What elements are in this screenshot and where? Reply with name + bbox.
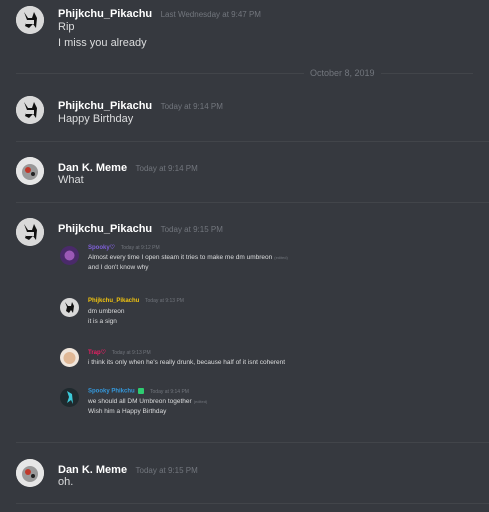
avatar-meme-icon (16, 157, 44, 185)
date-divider-label: October 8, 2019 (304, 68, 381, 78)
avatar-spooky-icon (60, 246, 79, 265)
avatar (60, 246, 79, 265)
username[interactable]: Phijkchu_Pikachu (58, 223, 152, 235)
message-text: Happy Birthday (58, 113, 134, 125)
username[interactable]: Phijkchu_Pikachu (58, 100, 152, 112)
avatar-pikachu-icon (60, 298, 79, 317)
message-group: Dan K. Meme Today at 9:14 PM What (0, 150, 489, 200)
embedded-screenshot[interactable]: Spooky♡ Today at 9:12 PM Almost every ti… (56, 240, 476, 454)
timestamp: Today at 9:15 PM (135, 466, 198, 475)
embedded-text: and I don't know why (88, 264, 149, 271)
avatar (60, 348, 79, 367)
avatar[interactable] (16, 459, 44, 487)
embedded-message: Spooky Phikchu Today at 9:14 PM we shoul… (56, 386, 476, 426)
embedded-username: Trap♡ (88, 350, 107, 356)
username[interactable]: Dan K. Meme (58, 162, 127, 174)
message-divider (16, 202, 489, 203)
avatar-meme-icon (16, 459, 44, 487)
avatar-pikachu-icon (16, 218, 44, 246)
message-text: I miss you already (58, 37, 147, 49)
embedded-timestamp: Today at 9:12 PM (120, 245, 160, 251)
timestamp: Today at 9:15 PM (160, 225, 223, 234)
username[interactable]: Phijkchu_Pikachu (58, 8, 152, 20)
embedded-timestamp: Today at 9:13 PM (145, 298, 184, 304)
embedded-username: Spooky Phikchu (88, 388, 135, 395)
badge-icon (138, 388, 145, 394)
embedded-text: dm umbreon (88, 308, 125, 315)
avatar[interactable] (16, 6, 44, 34)
timestamp: Last Wednesday at 9:47 PM (160, 10, 261, 19)
embedded-message: Spooky♡ Today at 9:12 PM Almost every ti… (56, 244, 476, 284)
avatar[interactable] (16, 157, 44, 185)
embedded-text: i think its only when he's really drunk,… (88, 359, 286, 366)
embedded-text: Almost every time I open steam it tries … (88, 254, 273, 261)
message-divider (16, 141, 489, 142)
message-group: Phijkchu_Pikachu Today at 9:14 PM Happy … (0, 90, 489, 140)
embedded-timestamp: Today at 9:13 PM (111, 350, 151, 356)
embedded-text: we should all DM Umbreon together (88, 398, 192, 405)
message-group: Phijkchu_Pikachu Today at 9:15 PM Spooky… (0, 212, 489, 454)
embedded-username: Phijkchu_Pikachu (88, 298, 140, 304)
message-text: oh. (58, 476, 74, 488)
avatar (60, 388, 79, 407)
embedded-text: Wish him a Happy Birthday (88, 408, 167, 415)
avatar-pikachu-icon (16, 96, 44, 124)
avatar[interactable] (16, 96, 44, 124)
username[interactable]: Dan K. Meme (58, 464, 127, 476)
message-text: Rip (58, 21, 75, 33)
message-divider (16, 503, 489, 504)
timestamp: Today at 9:14 PM (160, 102, 223, 111)
message-text: What (58, 174, 84, 186)
embedded-text: it is a sign (88, 318, 117, 325)
edited-tag: (edited) (193, 399, 208, 404)
avatar[interactable] (16, 218, 44, 246)
embedded-message: Phijkchu_Pikachu Today at 9:13 PM dm umb… (56, 296, 476, 336)
edited-tag: (edited) (274, 255, 288, 260)
avatar-pikachu-icon (16, 6, 44, 34)
embedded-username: Spooky♡ (88, 245, 116, 251)
avatar-spooky-phikchu-icon (60, 388, 79, 407)
embedded-timestamp: Today at 9:14 PM (150, 388, 189, 395)
avatar (60, 298, 79, 317)
timestamp: Today at 9:14 PM (135, 164, 198, 173)
embedded-message: Trap♡ Today at 9:13 PM i think its only … (56, 346, 476, 376)
message-divider (16, 442, 489, 443)
date-divider (16, 73, 473, 74)
avatar-trap-icon (60, 348, 79, 367)
message-group: Phijkchu_Pikachu Last Wednesday at 9:47 … (0, 0, 489, 60)
